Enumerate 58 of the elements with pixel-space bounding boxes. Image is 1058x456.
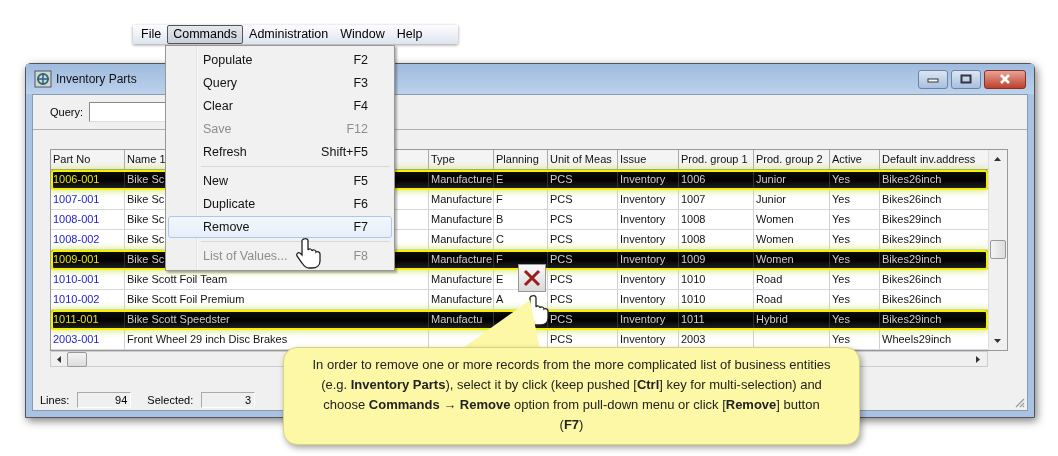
table-cell: PCS [548, 270, 618, 289]
table-cell: 1008 [679, 210, 754, 229]
table-cell: PCS [548, 250, 618, 269]
table-cell: PCS [548, 230, 618, 249]
lines-label: Lines: [40, 394, 70, 406]
table-cell: Manufacture [429, 250, 494, 269]
table-cell: Manufacture [429, 270, 494, 289]
table-cell: 1010 [679, 270, 754, 289]
table-cell: Yes [830, 290, 880, 309]
table-cell: Bike Scott Speedster [125, 310, 429, 329]
selected-count: 3 [201, 392, 256, 408]
table-cell: Inventory [618, 210, 679, 229]
window-title: Inventory Parts [56, 72, 137, 86]
query-label: Query: [50, 106, 83, 118]
table-cell: Inventory [618, 270, 679, 289]
table-cell: 1009 [679, 250, 754, 269]
table-cell: Yes [830, 270, 880, 289]
table-cell: 1010 [679, 290, 754, 309]
table-cell: Manufacture [429, 290, 494, 309]
table-cell: Inventory [618, 170, 679, 189]
table-cell: Yes [830, 310, 880, 329]
table-cell: Hybrid [754, 310, 830, 329]
selected-label: Selected: [147, 394, 194, 406]
table-cell: B [494, 210, 548, 229]
table-cell: Yes [830, 230, 880, 249]
table-cell: Inventory [618, 230, 679, 249]
table-cell: Women [754, 250, 830, 269]
table-cell: C [494, 230, 548, 249]
table-cell: Yes [830, 210, 880, 229]
table-cell: Women [754, 210, 830, 229]
table-cell: Road [754, 270, 830, 289]
table-cell: Yes [830, 250, 880, 269]
table-cell: PCS [548, 190, 618, 209]
table-cell: 1006 [679, 170, 754, 189]
table-cell: E [494, 170, 548, 189]
table-cell: F [494, 190, 548, 209]
table-cell: Junior [754, 190, 830, 209]
table-cell: Road [754, 290, 830, 309]
table-cell: Inventory [618, 310, 679, 329]
lines-count: 94 [77, 392, 132, 408]
table-cell: Inventory [618, 190, 679, 209]
table-cell: Bike Scott Foil Premium [125, 290, 429, 309]
table-cell: Inventory [618, 290, 679, 309]
table-cell: Manufacture [429, 190, 494, 209]
table-cell: Yes [830, 190, 880, 209]
table-cell: PCS [548, 170, 618, 189]
table-cell: Inventory [618, 250, 679, 269]
table-cell: Junior [754, 170, 830, 189]
table-cell: 1008 [679, 230, 754, 249]
table-cell: PCS [548, 290, 618, 309]
table-cell: PCS [548, 210, 618, 229]
table-cell: Manufacture [429, 230, 494, 249]
table-cell: Yes [830, 170, 880, 189]
table-cell: 1007 [679, 190, 754, 209]
table-cell: Manufacture [429, 210, 494, 229]
table-cell: Manufacture [429, 170, 494, 189]
table-cell: 1011 [679, 310, 754, 329]
table-cell: Women [754, 230, 830, 249]
